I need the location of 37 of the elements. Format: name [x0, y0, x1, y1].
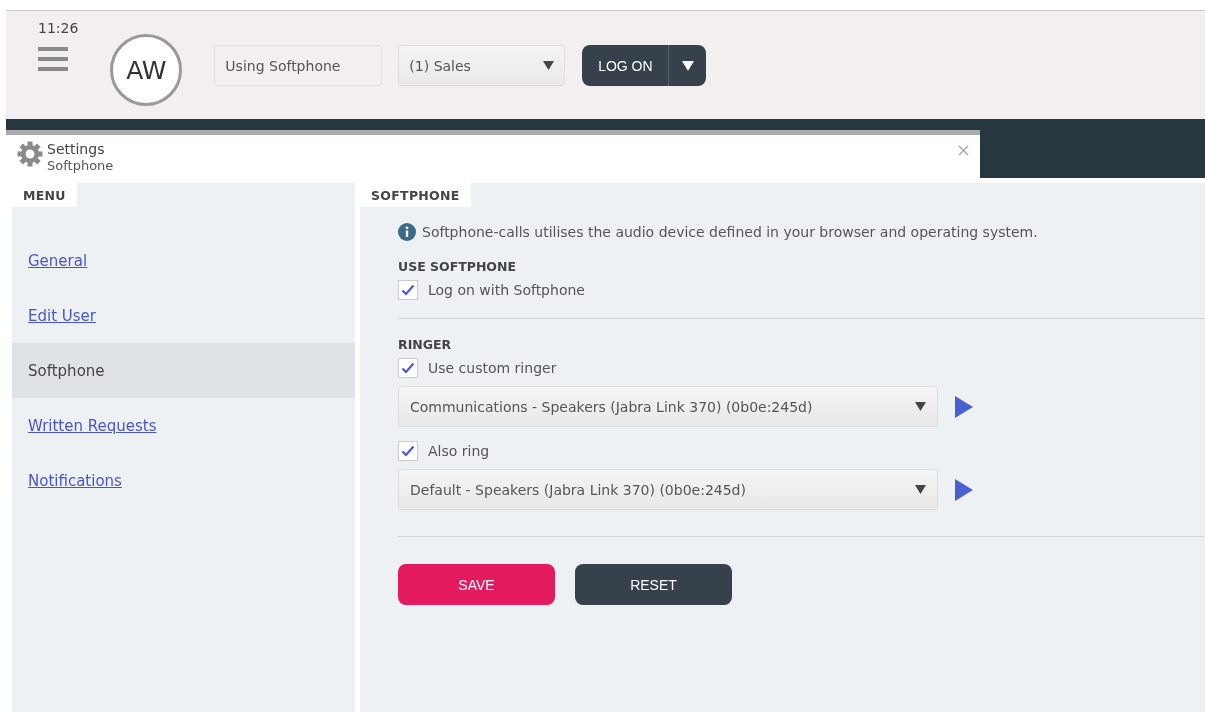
play-icon[interactable]	[954, 395, 974, 418]
caret-icon	[681, 60, 694, 71]
checkbox[interactable]	[398, 441, 418, 461]
device-select[interactable]: Default - Speakers (Jabra Link 370) (0b0e:245d)	[398, 469, 938, 510]
play-icon[interactable]	[954, 478, 974, 501]
menu-item[interactable]: Softphone	[12, 343, 355, 398]
save-button[interactable]: SAVE	[398, 564, 555, 605]
settings-title: Settings	[47, 141, 106, 157]
dropdown-button[interactable]	[668, 45, 707, 86]
menu-item[interactable]: General	[12, 233, 355, 288]
avatar[interactable]: AW	[110, 34, 183, 106]
menu-icon[interactable]	[38, 46, 68, 72]
queue-select[interactable]: (1) Sales	[398, 45, 566, 86]
reset-button[interactable]: RESET	[575, 564, 732, 605]
checkbox[interactable]	[398, 280, 418, 300]
checkbox-label: Use custom ringer	[428, 360, 557, 376]
info-icon	[398, 223, 416, 241]
device-select[interactable]: Communications - Speakers (Jabra Link 370) (0b0e:245d)	[398, 386, 938, 427]
caret-icon	[915, 485, 926, 494]
menu-item[interactable]: Edit User	[12, 288, 355, 343]
section-heading: USE SOFTPHONE	[398, 259, 516, 274]
checkbox[interactable]	[398, 358, 418, 378]
gear-icon	[17, 141, 43, 167]
info-text: Softphone-calls utilises the audio device defined in your browser and operating system.	[422, 224, 1038, 240]
checkbox-label: Also ring	[428, 443, 490, 459]
section-label: SOFTPHONE	[360, 183, 471, 207]
status-field[interactable]: Using Softphone	[214, 45, 383, 86]
settings-subtitle: Softphone	[47, 157, 114, 175]
menu-item[interactable]: Written Requests	[12, 398, 355, 453]
clock-time: 11:26	[38, 20, 79, 36]
checkbox-label: Log on with Softphone	[428, 282, 585, 298]
section-heading: RINGER	[398, 337, 452, 352]
menu-item[interactable]: Notifications	[12, 453, 355, 508]
log-on-button[interactable]: LOG ON	[582, 45, 669, 86]
menu-label: MENU	[12, 183, 77, 207]
caret-icon	[543, 61, 555, 70]
caret-icon	[915, 402, 926, 411]
